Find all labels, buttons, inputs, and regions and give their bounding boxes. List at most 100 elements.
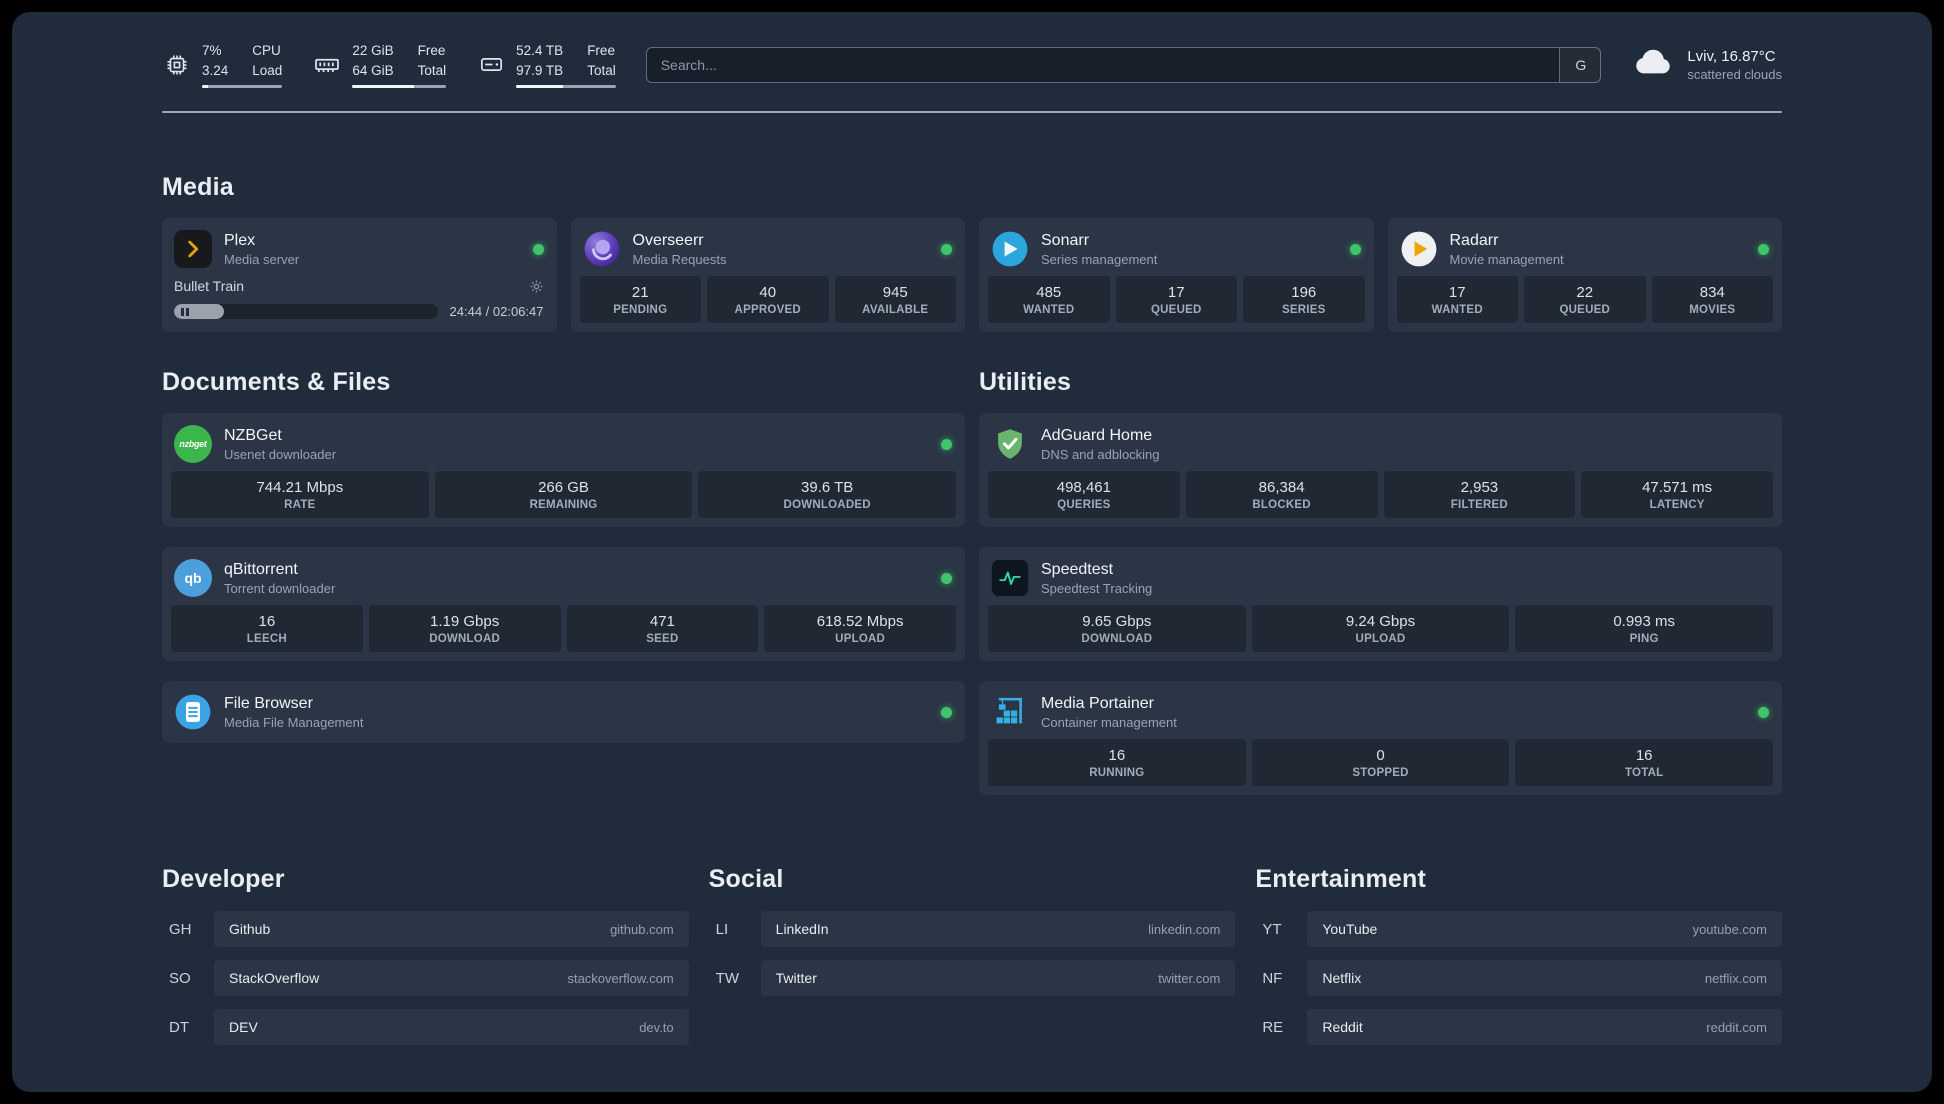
stat-remaining: 266 GB REMAINING	[434, 471, 693, 518]
bookmark-abbr: DT	[169, 1018, 189, 1036]
bookmark-name: StackOverflow	[229, 970, 320, 986]
playback-progress-bar[interactable]	[174, 304, 438, 319]
section-title-documents: Documents & Files	[162, 368, 391, 396]
service-link-portainer[interactable]: Media Portainer Container management	[988, 690, 1773, 739]
service-name: Media Portainer	[1041, 694, 1154, 712]
stat-label: TOTAL	[1624, 767, 1664, 779]
portainer-icon	[991, 693, 1029, 731]
bookmark-reddit[interactable]: RE Reddit reddit.com	[1255, 1009, 1782, 1045]
bookmark-name: Twitter	[775, 970, 817, 986]
stat-value: 17	[1448, 284, 1466, 301]
stat-label: REMAINING	[529, 499, 598, 511]
stat-upload: 9.24 Gbps UPLOAD	[1251, 605, 1510, 652]
service-card-speedtest: Speedtest Speedtest Tracking 9.65 Gbps D…	[979, 547, 1782, 661]
stat-wanted: 17 WANTED	[1396, 276, 1518, 323]
bookmark-link[interactable]: YouTube youtube.com	[1307, 911, 1782, 947]
stat-upload: 618.52 Mbps UPLOAD	[764, 605, 956, 652]
bookmark-url: netflix.com	[1704, 970, 1767, 986]
bookmark-github[interactable]: GH Github github.com	[162, 911, 689, 947]
stat-available: 945 AVAILABLE	[834, 276, 956, 323]
search-input[interactable]	[645, 46, 1602, 83]
cpu-load-label: Load	[252, 62, 283, 78]
status-dot	[941, 438, 952, 450]
stat-value: 266 GB	[538, 479, 589, 496]
bookmark-link[interactable]: StackOverflow stackoverflow.com	[214, 960, 689, 996]
bookmark-youtube[interactable]: YT YouTube youtube.com	[1255, 911, 1782, 947]
stat-total: 16 TOTAL	[1515, 739, 1774, 786]
disk-widget: 52.4 TB 97.9 TB Free Total	[476, 41, 616, 89]
stat-latency: 47.571 ms LATENCY	[1581, 471, 1773, 518]
bookmark-linkedin[interactable]: LI LinkedIn linkedin.com	[709, 911, 1236, 947]
stat-value: 16	[1635, 747, 1653, 764]
service-name: AdGuard Home	[1041, 426, 1153, 444]
service-link-nzbget[interactable]: nzbget NZBGet Usenet downloader	[171, 422, 956, 471]
bookmark-link[interactable]: Reddit reddit.com	[1307, 1009, 1782, 1045]
stat-value: 16	[1108, 747, 1126, 764]
section-title-utilities: Utilities	[979, 368, 1072, 396]
service-subtitle: Media Requests	[632, 251, 727, 267]
playback-time: 24:44 / 02:06:47	[449, 304, 544, 319]
status-dot	[941, 243, 952, 255]
bookmark-dev[interactable]: DT DEV dev.to	[162, 1009, 689, 1045]
stat-value: 1.19 Gbps	[430, 613, 500, 630]
stat-value: 834	[1699, 284, 1725, 301]
stat-value: 21	[631, 284, 649, 301]
cpu-usage-value: 7%	[202, 42, 222, 58]
stat-label: APPROVED	[734, 304, 801, 316]
service-link-filebrowser[interactable]: File Browser Media File Management	[171, 690, 956, 734]
stat-queued: 17 QUEUED	[1115, 276, 1237, 323]
service-link-overseerr[interactable]: Overseerr Media Requests	[580, 227, 957, 276]
service-subtitle: Torrent downloader	[224, 580, 336, 596]
stat-value: 40	[759, 284, 777, 301]
bookmark-abbr: GH	[169, 920, 192, 938]
cpu-icon	[162, 52, 192, 78]
service-link-qbittorrent[interactable]: qb qBittorrent Torrent downloader	[171, 556, 956, 605]
bookmark-netflix[interactable]: NF Netflix netflix.com	[1255, 960, 1782, 996]
stat-value: 0	[1376, 747, 1385, 764]
bookmark-link[interactable]: LinkedIn linkedin.com	[760, 911, 1236, 947]
weather-location: Lviv, 16.87°C	[1687, 47, 1776, 65]
service-card-overseerr: Overseerr Media Requests 21 PENDING 40 A…	[570, 218, 965, 332]
stat-label: QUEUED	[1559, 304, 1611, 316]
status-dot	[941, 706, 952, 718]
status-dot	[1349, 243, 1361, 255]
service-name: Sonarr	[1041, 231, 1090, 249]
service-name: qBittorrent	[224, 560, 298, 578]
search-provider-button[interactable]: G	[1559, 46, 1602, 83]
section-utilities: Utilities AdGuard Home DNS and adblockin…	[979, 368, 1782, 795]
bookmark-name: Github	[229, 921, 271, 937]
service-link-sonarr[interactable]: Sonarr Series management	[988, 227, 1365, 276]
plex-icon	[174, 230, 212, 268]
service-name: Radarr	[1449, 231, 1499, 249]
service-link-speedtest[interactable]: Speedtest Speedtest Tracking	[988, 556, 1773, 605]
service-link-adguard[interactable]: AdGuard Home DNS and adblocking	[988, 422, 1773, 471]
bookmark-link[interactable]: DEV dev.to	[214, 1009, 689, 1045]
nzbget-icon: nzbget	[174, 425, 212, 463]
stat-blocked: 86,384 BLOCKED	[1185, 471, 1378, 518]
bookmark-twitter[interactable]: TW Twitter twitter.com	[709, 960, 1236, 996]
stat-label: DOWNLOAD	[1081, 633, 1153, 645]
bookmark-group-title: Entertainment	[1255, 865, 1427, 893]
memory-usage-bar	[352, 85, 447, 89]
stat-seed: 471 SEED	[566, 605, 759, 652]
service-link-plex[interactable]: Plex Media server	[171, 227, 548, 276]
service-card-portainer: Media Portainer Container management 16 …	[979, 681, 1782, 795]
stat-value: 47.571 ms	[1642, 479, 1713, 496]
bookmark-name: YouTube	[1322, 921, 1378, 937]
top-bar: 7% 3.24 CPU Load 22 GiB 64 GiB Free Tota…	[162, 12, 1782, 89]
bookmark-link[interactable]: Twitter twitter.com	[760, 960, 1236, 996]
overseerr-icon	[583, 230, 621, 268]
stat-value: 196	[1291, 284, 1317, 301]
service-card-nzbget: nzbget NZBGet Usenet downloader 744.21 M…	[162, 413, 965, 527]
gear-icon[interactable]	[529, 279, 544, 294]
bookmark-group-title: Social	[708, 865, 784, 893]
bookmark-link[interactable]: Netflix netflix.com	[1307, 960, 1782, 996]
stat-downloaded: 39.6 TB DOWNLOADED	[698, 471, 957, 518]
bookmark-url: youtube.com	[1692, 921, 1767, 937]
memory-total-label: Total	[417, 62, 447, 78]
bookmark-stackoverflow[interactable]: SO StackOverflow stackoverflow.com	[162, 960, 689, 996]
memory-free-value: 22 GiB	[352, 42, 394, 58]
stat-queued: 22 QUEUED	[1524, 276, 1646, 323]
service-link-radarr[interactable]: Radarr Movie management	[1397, 227, 1774, 276]
bookmark-link[interactable]: Github github.com	[214, 911, 689, 947]
